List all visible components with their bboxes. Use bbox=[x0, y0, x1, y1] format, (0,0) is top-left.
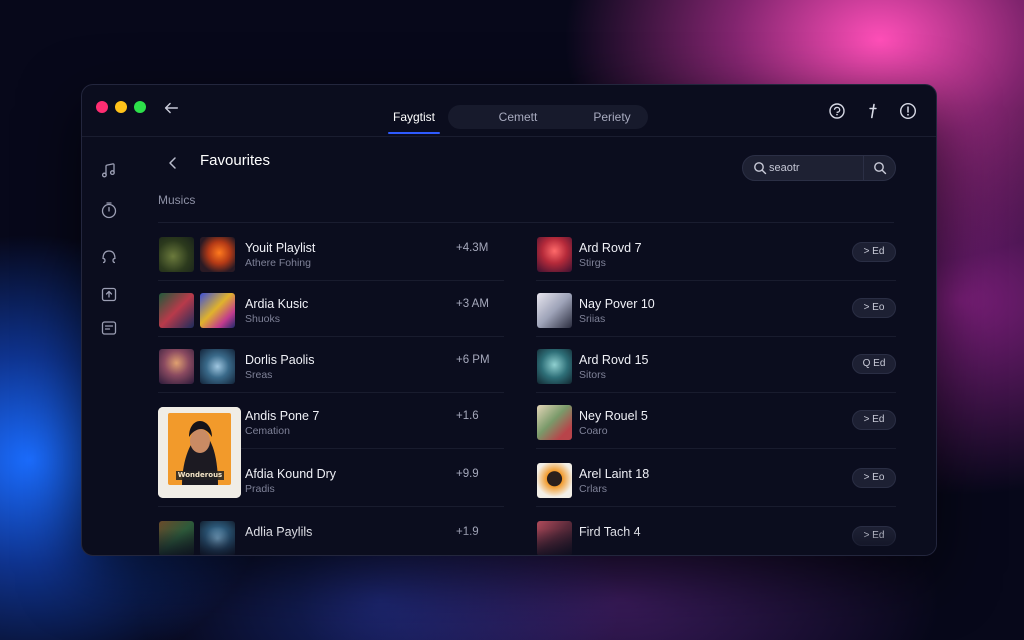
search-submit-icon[interactable] bbox=[873, 161, 887, 175]
album-thumbnail bbox=[200, 293, 235, 328]
tab-cemett[interactable]: Cemett bbox=[478, 105, 558, 129]
list-item[interactable]: Ard Rovd 15 Sitors Q Ed bbox=[536, 337, 896, 393]
row-divider bbox=[536, 506, 896, 507]
album-thumbnail bbox=[200, 237, 235, 272]
album-thumbnail bbox=[159, 349, 194, 384]
list-item[interactable]: Nay Pover 10 Sriias > Eo bbox=[536, 281, 896, 337]
row-divider bbox=[158, 506, 504, 507]
search-divider bbox=[863, 156, 864, 180]
track-title: Afdia Kound Dry bbox=[245, 467, 337, 481]
page-title: Favourites bbox=[200, 152, 271, 169]
track-title: Arel Laint 18 bbox=[579, 467, 650, 481]
track-meta: +4.3M bbox=[456, 242, 489, 254]
sidebar bbox=[82, 137, 138, 555]
row-action-button[interactable]: > Ed bbox=[852, 526, 896, 546]
timer-icon[interactable] bbox=[100, 201, 118, 219]
search-box bbox=[742, 155, 896, 181]
track-subtitle: Coaro bbox=[579, 425, 608, 437]
track-subtitle: Cemation bbox=[245, 425, 290, 437]
album-thumbnail bbox=[537, 237, 572, 272]
maximize-window-button[interactable] bbox=[134, 101, 146, 113]
track-meta: +1.9 bbox=[456, 526, 479, 538]
track-subtitle: Sreas bbox=[245, 369, 273, 381]
playlist-icon[interactable] bbox=[100, 319, 118, 337]
chevron-left-icon[interactable] bbox=[166, 155, 180, 171]
list-item[interactable]: Adlia Paylils +1.9 bbox=[158, 509, 504, 555]
close-window-button[interactable] bbox=[96, 101, 108, 113]
music-note-icon[interactable] bbox=[100, 161, 118, 179]
track-subtitle: Sriias bbox=[579, 313, 606, 325]
track-subtitle: Stirgs bbox=[579, 257, 606, 269]
row-action-button[interactable]: Q Ed bbox=[852, 354, 896, 374]
album-thumbnail bbox=[537, 463, 572, 498]
track-title: Ardia Kusic bbox=[245, 297, 309, 311]
track-title: Dorlis Paolis bbox=[245, 353, 315, 367]
track-meta: +1.6 bbox=[456, 410, 479, 422]
search-icon bbox=[753, 161, 767, 175]
track-subtitle: Crlars bbox=[579, 483, 607, 495]
tab-periety[interactable]: Periety bbox=[572, 105, 652, 129]
album-thumbnail bbox=[537, 293, 572, 328]
cover-text: Wonderous bbox=[177, 471, 223, 479]
track-meta: +9.9 bbox=[456, 468, 479, 480]
album-thumbnail bbox=[200, 521, 235, 555]
album-thumbnail bbox=[159, 293, 194, 328]
app-window: Faygtist Cemett Periety Favourites seaot… bbox=[81, 84, 937, 556]
tab-playlist[interactable]: Faygtist bbox=[382, 105, 446, 134]
list-item[interactable]: Ney Rouel 5 Coaro > Ed bbox=[536, 393, 896, 449]
album-thumbnail bbox=[159, 237, 194, 272]
album-thumbnail bbox=[537, 521, 572, 555]
track-meta: +6 PM bbox=[456, 354, 490, 366]
search-input[interactable] bbox=[769, 160, 859, 176]
track-meta: +3 AM bbox=[456, 298, 489, 310]
section-label: Musics bbox=[158, 193, 196, 207]
row-action-button[interactable]: > Ed bbox=[852, 242, 896, 262]
section-divider bbox=[158, 222, 894, 223]
title-bar: Faygtist Cemett Periety bbox=[82, 85, 936, 137]
more-icon[interactable] bbox=[899, 102, 917, 120]
track-subtitle: Pradis bbox=[245, 483, 275, 495]
row-divider bbox=[536, 448, 896, 449]
list-item[interactable]: Dorlis Paolis Sreas +6 PM bbox=[158, 337, 504, 393]
album-thumbnail bbox=[537, 349, 572, 384]
refresh-icon[interactable] bbox=[828, 102, 846, 120]
row-action-button[interactable]: > Eo bbox=[852, 298, 896, 318]
track-title: Nay Pover 10 bbox=[579, 297, 655, 311]
list-item[interactable]: Ardia Kusic Shuoks +3 AM bbox=[158, 281, 504, 337]
track-title: Ney Rouel 5 bbox=[579, 409, 648, 423]
info-icon[interactable] bbox=[864, 102, 882, 120]
track-title: Fird Tach 4 bbox=[579, 525, 641, 539]
back-arrow-icon[interactable] bbox=[162, 99, 182, 121]
list-item[interactable]: Ard Rovd 7 Stirgs > Ed bbox=[536, 225, 896, 281]
featured-album-cover[interactable]: Wonderous bbox=[158, 407, 241, 498]
album-thumbnail bbox=[200, 349, 235, 384]
list-item[interactable]: Youit Playlist Athere Fohing +4.3M bbox=[158, 225, 504, 281]
list-item[interactable]: Fird Tach 4 > Ed bbox=[536, 509, 896, 555]
track-subtitle: Shuoks bbox=[245, 313, 281, 325]
album-thumbnail bbox=[159, 521, 194, 555]
track-title: Adlia Paylils bbox=[245, 525, 313, 539]
row-action-button[interactable]: > Eo bbox=[852, 468, 896, 488]
upload-icon[interactable] bbox=[100, 285, 118, 303]
track-title: Ard Rovd 15 bbox=[579, 353, 649, 367]
track-subtitle: Sitors bbox=[579, 369, 606, 381]
minimize-window-button[interactable] bbox=[115, 101, 127, 113]
track-subtitle: Athere Fohing bbox=[245, 257, 311, 269]
track-title: Andis Pone 7 bbox=[245, 409, 320, 423]
headphones-icon[interactable] bbox=[100, 247, 118, 265]
album-thumbnail bbox=[537, 405, 572, 440]
row-action-button[interactable]: > Ed bbox=[852, 410, 896, 430]
list-item[interactable]: Arel Laint 18 Crlars > Eo bbox=[536, 451, 896, 507]
featured-album-art bbox=[158, 407, 241, 498]
track-title: Ard Rovd 7 bbox=[579, 241, 642, 255]
track-title: Youit Playlist bbox=[245, 241, 316, 255]
